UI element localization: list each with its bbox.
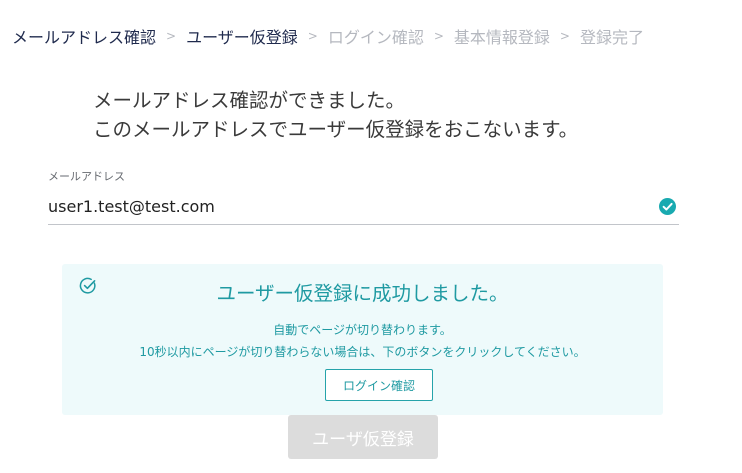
breadcrumb-step-basic-info: 基本情報登録: [453, 28, 550, 47]
breadcrumb-step-temp-registration: ユーザー仮登録: [186, 28, 298, 47]
success-message-line-2: 10秒以内にページが切り替わらない場合は、下のボタンをクリックしてください。: [139, 345, 586, 359]
check-circle-icon: [659, 198, 676, 215]
email-field-label: メールアドレス: [48, 170, 125, 183]
breadcrumb: メールアドレス確認 > ユーザー仮登録 > ログイン確認 > 基本情報登録 > …: [12, 22, 644, 50]
lead-text: メールアドレス確認ができました。 このメールアドレスでユーザー仮登録をおこないま…: [93, 86, 578, 144]
breadcrumb-separator: >: [433, 29, 444, 43]
breadcrumb-step-login-confirm: ログイン確認: [327, 28, 424, 47]
breadcrumb-separator: >: [166, 29, 177, 43]
breadcrumb-step-email-confirm: メールアドレス確認: [12, 28, 157, 47]
success-message-line-1: 自動でページが切り替わります。: [273, 323, 452, 337]
breadcrumb-separator: >: [307, 29, 318, 43]
breadcrumb-separator: >: [559, 29, 570, 43]
email-field-underline: [48, 224, 679, 225]
temp-register-button[interactable]: ユーザ仮登録: [288, 415, 438, 459]
lead-line-2: このメールアドレスでユーザー仮登録をおこないます。: [93, 118, 579, 141]
lead-line-1: メールアドレス確認ができました。: [93, 89, 406, 112]
breadcrumb-step-complete: 登録完了: [579, 28, 644, 47]
email-field[interactable]: [48, 192, 678, 220]
login-confirm-button[interactable]: ログイン確認: [325, 369, 433, 401]
success-title: ユーザー仮登録に成功しました。: [216, 282, 509, 305]
